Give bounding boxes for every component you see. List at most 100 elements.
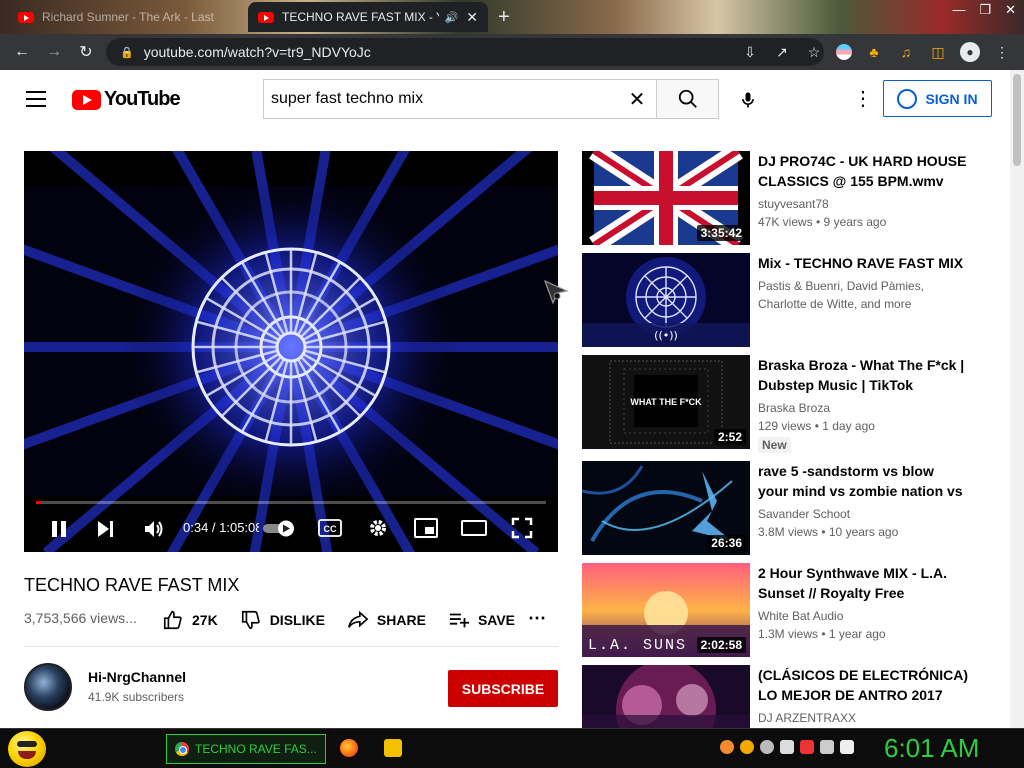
recommendation-title[interactable]: 2 Hour Synthwave MIX - L.A. Sunset // Ro… (758, 563, 968, 603)
channel-avatar[interactable] (24, 663, 72, 711)
thumbnail-text: L.A. SUNS (588, 637, 687, 654)
fullscreen-icon[interactable] (511, 517, 533, 539)
recommendation-title[interactable]: Braska Broza - What The F*ck | Dubstep M… (758, 355, 968, 395)
theater-mode-icon[interactable] (461, 520, 487, 536)
tray-minus-icon[interactable] (760, 740, 774, 754)
close-window-icon[interactable]: ✕ (1005, 2, 1016, 18)
search-input[interactable] (271, 90, 618, 108)
extension-flag-icon[interactable] (836, 44, 852, 60)
clear-search-icon[interactable]: ✕ (618, 87, 656, 112)
share-button[interactable]: SHARE (347, 609, 426, 631)
microphone-icon[interactable] (738, 90, 758, 110)
volume-icon[interactable] (143, 518, 165, 540)
search-box: ✕ (263, 79, 656, 119)
pause-icon[interactable] (50, 520, 68, 538)
subscriber-count: 41.9K subscribers (88, 690, 185, 704)
recommendation-title[interactable]: (CLÁSICOS DE ELECTRÓNICA) LO MEJOR DE AN… (758, 665, 968, 705)
lock-icon[interactable]: 🔒 (120, 46, 134, 59)
forward-arrow-icon[interactable]: → (38, 43, 70, 61)
miniplayer-icon[interactable] (414, 518, 438, 538)
new-tab-button[interactable]: + (498, 6, 510, 29)
recommendation-item[interactable]: 3:35:42 DJ PRO74C - UK HARD HOUSE CLASSI… (582, 151, 992, 245)
video-thumbnail[interactable]: 26:36 (582, 461, 750, 555)
recommendation-title[interactable]: Mix - TECHNO RAVE FAST MIX (758, 253, 968, 273)
address-bar[interactable]: 🔒 youtube.com/watch?v=tr9_NDVYoJc (106, 38, 824, 66)
file-explorer-icon[interactable] (384, 739, 402, 757)
network-icon[interactable] (820, 740, 834, 754)
extensions-puzzle-icon[interactable]: ♣ (864, 44, 884, 60)
browser-tab[interactable]: Richard Sumner - The Ark - Last (8, 2, 240, 32)
recommendation-meta: 1.3M views • 1 year ago (758, 627, 886, 641)
autoplay-toggle[interactable] (261, 519, 297, 537)
next-icon[interactable] (96, 520, 114, 538)
captions-icon[interactable]: CC (318, 519, 342, 537)
video-thumbnail[interactable]: ((•)) (582, 253, 750, 347)
settings-gear-icon[interactable] (367, 517, 389, 539)
back-arrow-icon[interactable]: ← (6, 43, 38, 61)
like-count: 27K (192, 612, 218, 628)
restore-icon[interactable]: ❐ (979, 2, 991, 18)
scrollbar-thumb[interactable] (1013, 74, 1021, 166)
side-panel-icon[interactable]: ◫ (928, 44, 948, 61)
youtube-logo[interactable]: YouTube (72, 88, 181, 111)
page-scrollbar[interactable] (1010, 70, 1024, 728)
save-label: SAVE (477, 612, 516, 628)
recommendation-title[interactable]: rave 5 -sandstorm vs blow your mind vs z… (758, 461, 968, 501)
share-arrow-icon (347, 610, 369, 628)
tray-app-icon[interactable] (720, 740, 734, 754)
recommendation-item[interactable]: WHAT THE F*CK 2:52 Braska Broza - What T… (582, 355, 992, 453)
start-button-smiley-icon[interactable] (8, 731, 46, 767)
sign-in-button[interactable]: SIGN IN (883, 80, 992, 117)
search-button[interactable] (656, 79, 719, 119)
tab-title: Richard Sumner - The Ark - Last (42, 10, 214, 24)
install-icon[interactable]: ⇩ (740, 44, 760, 61)
progress-played (36, 501, 41, 504)
recommendation-item[interactable]: ((•)) Mix - TECHNO RAVE FAST MIX Pastis … (582, 253, 992, 347)
speaker-icon[interactable]: 🔊 (445, 11, 459, 24)
recommendation-item[interactable]: 26:36 rave 5 -sandstorm vs blow your min… (582, 461, 992, 555)
taskbar-clock[interactable]: 6:01 AM (884, 733, 979, 764)
hamburger-menu-icon[interactable] (26, 91, 46, 107)
account-icon (897, 88, 918, 109)
tray-search-icon[interactable] (740, 740, 754, 754)
view-count[interactable]: 3,753,566 views... (24, 610, 137, 626)
os-taskbar: TECHNO RAVE FAS... 6:01 AM (0, 728, 1024, 768)
dislike-button[interactable]: DISLIKE (240, 609, 325, 631)
recommendation-title[interactable]: DJ PRO74C - UK HARD HOUSE CLASSICS @ 155… (758, 151, 968, 191)
tray-flag-icon[interactable] (800, 740, 814, 754)
logo-text: YouTube (104, 88, 181, 110)
like-button[interactable]: 27K (162, 609, 218, 631)
taskbar-chrome-window[interactable]: TECHNO RAVE FAS... (166, 734, 326, 764)
share-icon[interactable]: ↗ (772, 44, 792, 61)
subscribe-button[interactable]: SUBSCRIBE (448, 670, 558, 707)
settings-menu-icon[interactable]: ⋮ (853, 89, 873, 109)
channel-name[interactable]: Hi-NrgChannel (88, 669, 186, 685)
tray-clipboard-icon[interactable] (780, 740, 794, 754)
chrome-menu-icon[interactable]: ⋮ (992, 44, 1012, 61)
video-progress-bar[interactable] (36, 501, 546, 504)
recommendation-item[interactable]: L.A. SUNS 2:02:58 2 Hour Synthwave MIX -… (582, 563, 992, 657)
recommendation-channel: White Bat Audio (758, 609, 844, 623)
profile-avatar-icon[interactable]: ● (960, 42, 980, 62)
bookmark-star-icon[interactable]: ☆ (804, 44, 824, 61)
recommendation-channel: Braska Broza (758, 401, 831, 415)
minimize-icon[interactable]: — (952, 2, 965, 18)
svg-text:CC: CC (324, 524, 337, 534)
video-thumbnail[interactable]: WHAT THE F*CK 2:52 (582, 355, 750, 449)
firefox-icon[interactable] (340, 739, 358, 757)
svg-text:((•)): ((•)) (654, 329, 678, 342)
video-thumbnail[interactable]: 3:35:42 (582, 151, 750, 245)
thumbs-down-icon (241, 610, 260, 630)
reload-icon[interactable]: ↻ (70, 42, 102, 62)
video-thumbnail[interactable]: L.A. SUNS 2:02:58 (582, 563, 750, 657)
volume-tray-icon[interactable] (840, 740, 854, 754)
browser-tab-active[interactable]: TECHNO RAVE FAST MIX - Y 🔊 ✕ (248, 2, 488, 32)
video-thumbnail[interactable] (582, 665, 750, 728)
media-control-icon[interactable]: ♫ (896, 44, 916, 60)
video-player[interactable]: 0:34 / 1:05:08 CC (24, 151, 558, 552)
close-tab-icon[interactable]: ✕ (466, 9, 478, 26)
more-actions-icon[interactable]: ⋯ (528, 608, 546, 629)
save-button[interactable]: SAVE (448, 609, 515, 631)
window-controls: — ❐ ✕ (952, 2, 1016, 18)
recommendation-item[interactable]: (CLÁSICOS DE ELECTRÓNICA) LO MEJOR DE AN… (582, 665, 992, 728)
